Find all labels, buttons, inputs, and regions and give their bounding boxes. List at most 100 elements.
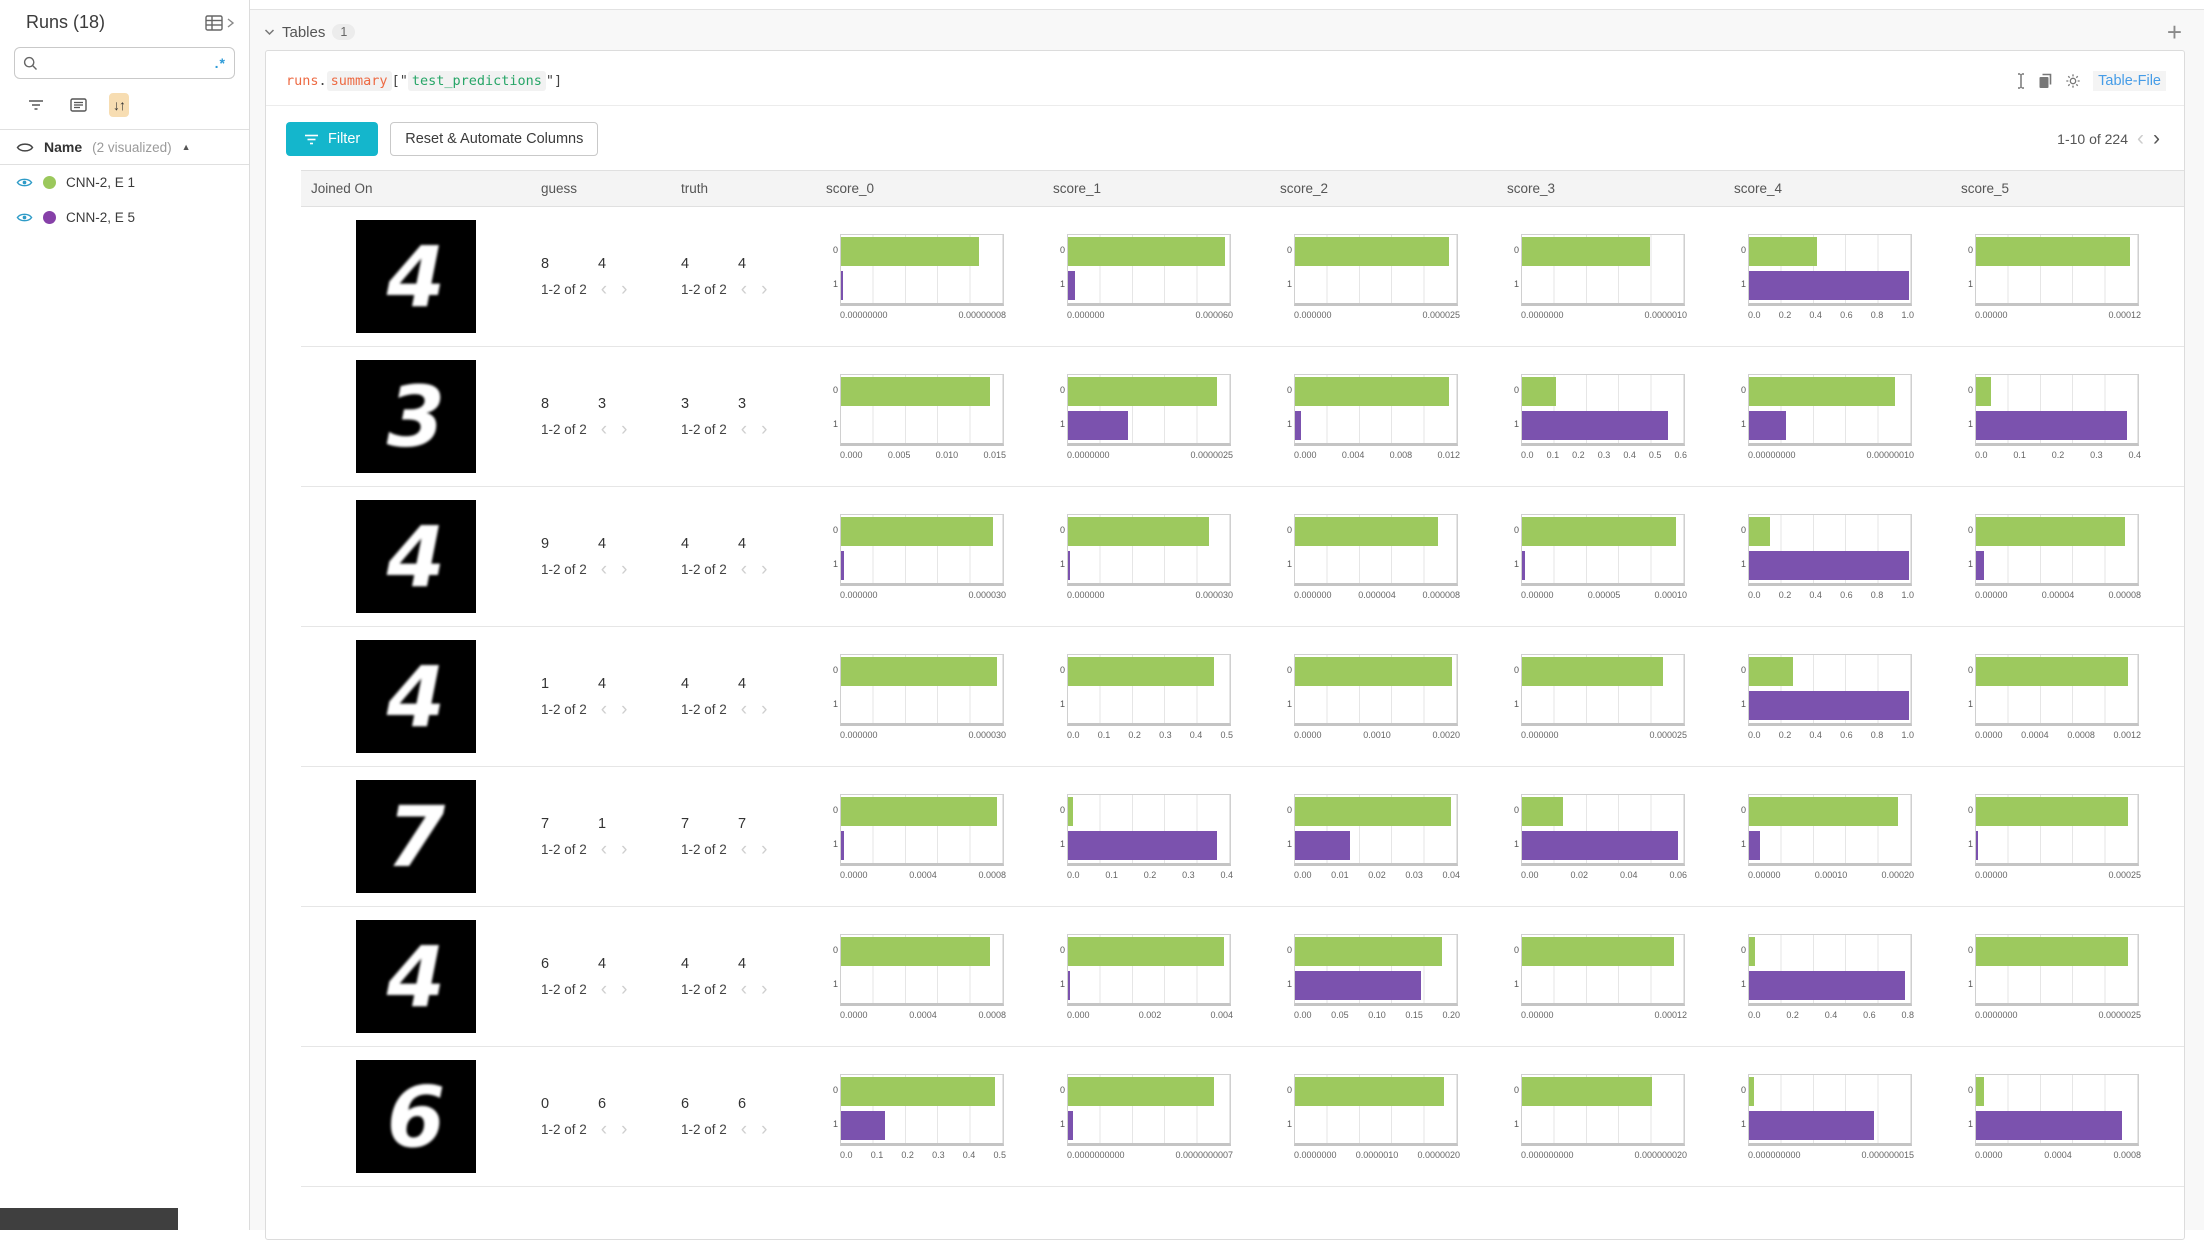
row-prev-chevron-icon[interactable]: ‹ bbox=[741, 1124, 747, 1136]
column-header-s[interactable]: s bbox=[2178, 181, 2184, 196]
score-histogram[interactable]: 010.0000000.000025 bbox=[1270, 234, 1497, 320]
run-search-box[interactable]: .* bbox=[14, 47, 235, 79]
score-histogram[interactable]: 010.000000000.00000010 bbox=[1724, 374, 1951, 460]
score-histogram[interactable]: 010.00000.00040.00080.0012 bbox=[1951, 654, 2178, 740]
column-header-score_1[interactable]: score_1 bbox=[1043, 181, 1270, 196]
mnist-digit-image[interactable]: 4 bbox=[356, 920, 476, 1033]
gear-icon[interactable] bbox=[2065, 73, 2081, 89]
mnist-digit-image[interactable]: 4 bbox=[356, 220, 476, 333]
run-search-input[interactable] bbox=[44, 56, 209, 71]
score-histogram[interactable]: 010.00000000.0000010 bbox=[1497, 234, 1724, 320]
score-histogram[interactable]: 010.0000000.000060 bbox=[1043, 234, 1270, 320]
mnist-digit-image[interactable]: 4 bbox=[356, 640, 476, 753]
runs-table-icon[interactable] bbox=[205, 15, 223, 31]
column-header-guess[interactable]: guess bbox=[531, 181, 671, 196]
mnist-digit-image[interactable]: 4 bbox=[356, 500, 476, 613]
score-histogram[interactable]: 010.0000000.000030 bbox=[1043, 514, 1270, 600]
score-histogram[interactable]: 010.00.10.20.30.4 bbox=[1043, 794, 1270, 880]
score-histogram[interactable]: 010.0000.0040.0080.012 bbox=[1270, 374, 1497, 460]
run-list-view-icon[interactable] bbox=[66, 94, 91, 116]
score-histogram[interactable]: 010.000000.00025 bbox=[1951, 794, 2178, 880]
row-next-chevron-icon[interactable]: › bbox=[761, 844, 767, 856]
row-prev-chevron-icon[interactable]: ‹ bbox=[741, 564, 747, 576]
sort-runs-icon[interactable]: ↓↑ bbox=[109, 93, 129, 117]
score-histogram[interactable]: 010.000000000.00000008 bbox=[816, 234, 1043, 320]
score-histogram[interactable]: 010.00000000000.0000000007 bbox=[1043, 1074, 1270, 1160]
score-histogram[interactable]: 010.00000.00100.0020 bbox=[1270, 654, 1497, 740]
row-next-chevron-icon[interactable]: › bbox=[761, 984, 767, 996]
score-histogram[interactable]: 010.00000.00040.0008 bbox=[1951, 1074, 2178, 1160]
run-item[interactable]: CNN-2, E 1 bbox=[0, 165, 249, 200]
column-header-score_5[interactable]: score_5 bbox=[1951, 181, 2178, 196]
score-histogram[interactable]: 010.0000.0050.0100.015 bbox=[816, 374, 1043, 460]
row-next-chevron-icon[interactable]: › bbox=[621, 1124, 627, 1136]
row-next-chevron-icon[interactable]: › bbox=[621, 844, 627, 856]
visibility-eye-icon[interactable] bbox=[16, 141, 34, 154]
score-histogram[interactable]: 010.0000000000.000000020 bbox=[1497, 1074, 1724, 1160]
prev-page-chevron-icon[interactable]: ‹ bbox=[2137, 132, 2144, 146]
row-prev-chevron-icon[interactable]: ‹ bbox=[601, 284, 607, 296]
score-histogram[interactable]: 010.00000000.0000025 bbox=[1951, 934, 2178, 1020]
score-histogram[interactable]: 010.00000000.0000025 bbox=[1043, 374, 1270, 460]
reset-automate-columns-button[interactable]: Reset & Automate Columns bbox=[390, 122, 598, 156]
score-histogram[interactable]: 010.00.20.40.60.81.0 bbox=[1724, 654, 1951, 740]
add-panel-button[interactable]: + bbox=[2167, 22, 2182, 42]
row-prev-chevron-icon[interactable]: ‹ bbox=[741, 984, 747, 996]
regex-toggle[interactable]: .* bbox=[215, 55, 226, 71]
run-name-header[interactable]: Name (2 visualized) ▲ bbox=[0, 130, 249, 165]
column-header-score_4[interactable]: score_4 bbox=[1724, 181, 1951, 196]
score-histogram[interactable]: 010.000.010.020.030.04 bbox=[1270, 794, 1497, 880]
score-histogram[interactable]: 010.0000000.000030 bbox=[816, 514, 1043, 600]
score-histogram[interactable]: 010.00.10.20.30.40.50.6 bbox=[1497, 374, 1724, 460]
score-histogram[interactable]: 010.0000.0020.004 bbox=[1043, 934, 1270, 1020]
row-next-chevron-icon[interactable]: › bbox=[621, 284, 627, 296]
row-prev-chevron-icon[interactable]: ‹ bbox=[601, 1124, 607, 1136]
row-prev-chevron-icon[interactable]: ‹ bbox=[601, 844, 607, 856]
row-next-chevron-icon[interactable]: › bbox=[761, 704, 767, 716]
score-histogram[interactable]: 010.00.10.20.30.40.5 bbox=[1043, 654, 1270, 740]
row-next-chevron-icon[interactable]: › bbox=[761, 1124, 767, 1136]
row-prev-chevron-icon[interactable]: ‹ bbox=[601, 564, 607, 576]
column-header-score_0[interactable]: score_0 bbox=[816, 181, 1043, 196]
score-histogram[interactable]: 010.000.050.100.150.20 bbox=[1270, 934, 1497, 1020]
row-prev-chevron-icon[interactable]: ‹ bbox=[741, 284, 747, 296]
mnist-digit-image[interactable]: 7 bbox=[356, 780, 476, 893]
row-next-chevron-icon[interactable]: › bbox=[761, 424, 767, 436]
column-header-score_3[interactable]: score_3 bbox=[1497, 181, 1724, 196]
filter-button[interactable]: Filter bbox=[286, 122, 378, 156]
row-next-chevron-icon[interactable]: › bbox=[621, 704, 627, 716]
row-prev-chevron-icon[interactable]: ‹ bbox=[601, 704, 607, 716]
score-histogram[interactable]: 010.000000.000100.00020 bbox=[1724, 794, 1951, 880]
row-next-chevron-icon[interactable]: › bbox=[761, 284, 767, 296]
row-prev-chevron-icon[interactable]: ‹ bbox=[741, 704, 747, 716]
score-histogram[interactable]: 010.00.20.40.60.81.0 bbox=[1724, 234, 1951, 320]
score-histogram[interactable]: 010.00.20.40.60.81.0 bbox=[1724, 514, 1951, 600]
score-histogram[interactable]: 010.0000000000.000000015 bbox=[1724, 1074, 1951, 1160]
score-histogram[interactable]: 010.0000000.000025 bbox=[1497, 654, 1724, 740]
sidebar-expand-chevron-icon[interactable] bbox=[225, 17, 235, 29]
score-histogram[interactable]: 010.000000.000050.00010 bbox=[1497, 514, 1724, 600]
score-histogram[interactable]: 010.000000.00012 bbox=[1951, 234, 2178, 320]
score-histogram[interactable]: 010.000000.000040.00008 bbox=[1951, 514, 2178, 600]
score-histogram[interactable]: 010.0000000.0000040.000008 bbox=[1270, 514, 1497, 600]
column-header-score_2[interactable]: score_2 bbox=[1270, 181, 1497, 196]
row-prev-chevron-icon[interactable]: ‹ bbox=[601, 424, 607, 436]
text-cursor-icon[interactable] bbox=[2016, 73, 2026, 89]
score-histogram[interactable]: 010.0000000.000030 bbox=[816, 654, 1043, 740]
copy-icon[interactable] bbox=[2038, 73, 2053, 89]
run-visibility-eye-icon[interactable] bbox=[16, 176, 33, 189]
score-histogram[interactable]: 010.00000000.00000100.0000020 bbox=[1270, 1074, 1497, 1160]
run-item[interactable]: CNN-2, E 5 bbox=[0, 200, 249, 235]
score-histogram[interactable]: 010.00000.00040.0008 bbox=[816, 934, 1043, 1020]
table-file-link[interactable]: Table-File bbox=[2093, 71, 2166, 91]
sort-caret-icon[interactable]: ▲ bbox=[182, 142, 191, 152]
score-histogram[interactable]: 010.000000.00012 bbox=[1497, 934, 1724, 1020]
filter-runs-icon[interactable] bbox=[24, 95, 48, 115]
column-header-truth[interactable]: truth bbox=[671, 181, 816, 196]
row-prev-chevron-icon[interactable]: ‹ bbox=[741, 424, 747, 436]
row-prev-chevron-icon[interactable]: ‹ bbox=[741, 844, 747, 856]
tables-collapse-chevron-icon[interactable] bbox=[264, 28, 275, 36]
row-next-chevron-icon[interactable]: › bbox=[761, 564, 767, 576]
score-histogram[interactable]: 010.00.20.40.60.8 bbox=[1724, 934, 1951, 1020]
row-next-chevron-icon[interactable]: › bbox=[621, 424, 627, 436]
